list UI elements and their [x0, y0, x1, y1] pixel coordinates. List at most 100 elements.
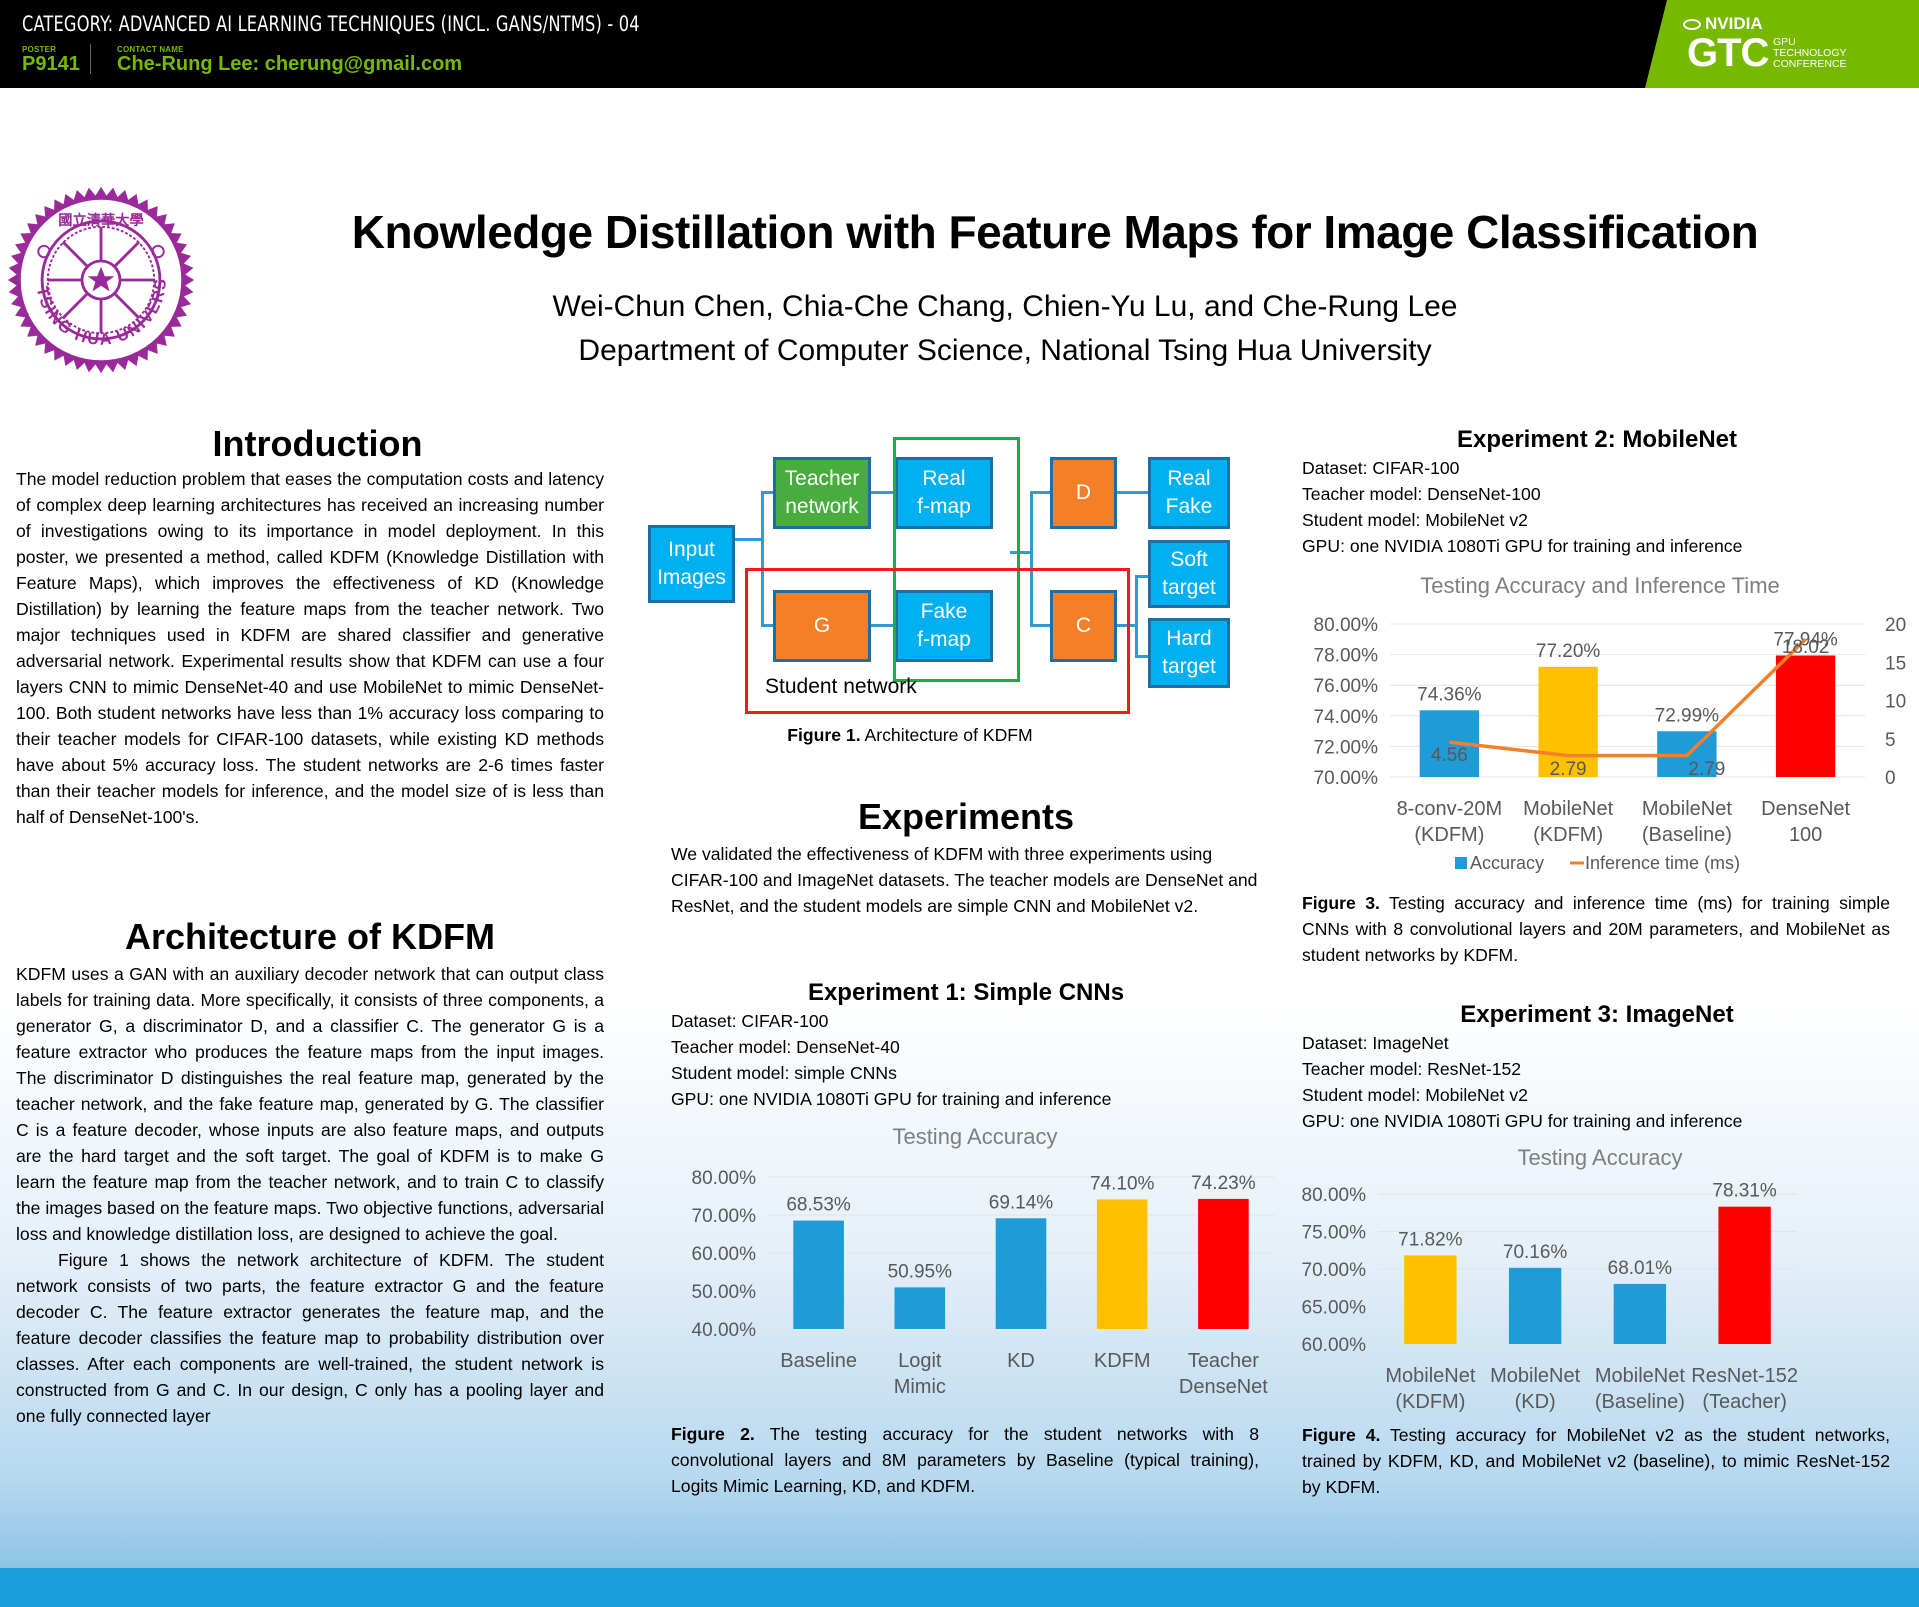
- bar: [1508, 1267, 1562, 1344]
- x-tick-label: DenseNet: [1179, 1376, 1268, 1398]
- affiliation: Department of Computer Science, National…: [578, 334, 1432, 367]
- line-value-label: 2.79: [1550, 759, 1587, 780]
- chart-title: Testing Accuracy and Inference Time: [1420, 573, 1780, 598]
- student-network-label: Student network: [765, 675, 917, 698]
- legend-label: Inference time (ms): [1585, 853, 1740, 873]
- svg-text:國立清華大學: 國立清華大學: [58, 211, 144, 229]
- exp1-details: Dataset: CIFAR-100 Teacher model: DenseNe…: [671, 1011, 1112, 1109]
- university-seal-logo: TSING HUA UNIVERSITY 國立清華大學: [6, 185, 195, 374]
- poster-title: Knowledge Distillation with Feature Maps…: [351, 206, 1759, 258]
- x-tick-label: MobileNet: [1595, 1365, 1685, 1387]
- x-tick-label: (KDFM): [1414, 824, 1484, 846]
- y-tick-label: 60.00%: [1302, 1335, 1367, 1356]
- exp1-section: Experiment 1: Simple CNNs Dataset: CIFAR…: [671, 978, 1261, 1112]
- x-tick-label: Teacher: [1188, 1350, 1259, 1372]
- bar: [1096, 1199, 1148, 1329]
- y-tick-label: 76.00%: [1314, 676, 1379, 697]
- x-tick-label: KDFM: [1094, 1350, 1151, 1372]
- architecture-section: Architecture of KDFM KDFM uses a GAN wit…: [16, 915, 604, 1429]
- y-tick-label: 70.00%: [692, 1206, 757, 1227]
- figure-3-caption: Figure 3. Testing accuracy and inference…: [1302, 893, 1890, 965]
- x-tick-label: 100: [1789, 824, 1822, 846]
- nvidia-eye-icon: [1683, 18, 1701, 30]
- bar-value-label: 70.16%: [1503, 1242, 1568, 1263]
- bar-value-label: 68.53%: [786, 1195, 851, 1216]
- bar: [894, 1287, 946, 1329]
- x-tick-label: (KDFM): [1395, 1391, 1465, 1413]
- introduction-text: The model reduction problem that eases t…: [16, 469, 604, 827]
- y-tick-label: 72.00%: [1314, 737, 1379, 758]
- header-bar: CATEGORY: ADVANCED AI LEARNING TECHNIQUE…: [0, 0, 1919, 88]
- node-discriminator-d: D: [1050, 457, 1117, 529]
- bar-value-label: 71.82%: [1398, 1229, 1463, 1250]
- x-tick-label: MobileNet: [1490, 1365, 1580, 1387]
- y-tick-label: 80.00%: [692, 1168, 757, 1189]
- exp2-section: Experiment 2: MobileNet Dataset: CIFAR-1…: [1302, 425, 1892, 559]
- y-tick-label: 78.00%: [1314, 646, 1379, 667]
- x-tick-label: 8-conv-20M: [1397, 798, 1503, 820]
- y2-tick-label: 10: [1885, 692, 1906, 713]
- bar: [1404, 1255, 1457, 1344]
- x-tick-label: KD: [1007, 1350, 1035, 1372]
- x-tick-label: Mimic: [894, 1376, 946, 1398]
- x-tick-label: ResNet-152: [1691, 1365, 1798, 1387]
- x-tick-label: MobileNet: [1523, 798, 1613, 820]
- experiments-section: Experiments We validated the effectivene…: [671, 795, 1261, 919]
- bar: [1775, 655, 1836, 777]
- exp2-heading: Experiment 2: MobileNet: [1456, 426, 1738, 453]
- x-tick-label: (Teacher): [1702, 1391, 1786, 1413]
- bar: [1613, 1283, 1667, 1344]
- bar-value-label: 74.10%: [1090, 1173, 1155, 1194]
- category-label: CATEGORY: ADVANCED AI LEARNING TECHNIQUE…: [22, 12, 640, 36]
- authors: Wei-Chun Chen, Chia-Che Chang, Chien-Yu …: [552, 290, 1458, 323]
- y-tick-label: 70.00%: [1302, 1260, 1367, 1281]
- footer-band: [0, 1568, 1919, 1607]
- bar-value-label: 77.20%: [1536, 641, 1601, 662]
- y2-tick-label: 5: [1885, 730, 1896, 751]
- bar: [1718, 1206, 1771, 1344]
- y-tick-label: 65.00%: [1302, 1298, 1367, 1319]
- figure-4-chart: Testing Accuracy 60.00% 65.00% 70.00% 75.00%…: [1302, 1145, 1798, 1413]
- exp3-details: Dataset: ImageNet Teacher model: ResNet-1…: [1302, 1033, 1743, 1131]
- experiments-heading: Experiments: [857, 796, 1075, 837]
- architecture-heading: Architecture of KDFM: [124, 916, 496, 957]
- introduction-heading: Introduction: [212, 423, 423, 464]
- introduction-section: Introduction The model reduction problem…: [16, 422, 604, 830]
- y-tick-label: 80.00%: [1314, 615, 1379, 636]
- y-tick-label: 40.00%: [692, 1320, 757, 1341]
- exp3-section: Experiment 3: ImageNet Dataset: ImageNet…: [1302, 1000, 1892, 1134]
- bar: [995, 1218, 1047, 1329]
- legend-label: Accuracy: [1470, 853, 1544, 873]
- x-tick-label: (Baseline): [1642, 824, 1732, 846]
- x-tick-label: MobileNet: [1385, 1365, 1475, 1387]
- exp1-heading: Experiment 1: Simple CNNs: [807, 979, 1125, 1006]
- line-value-label: 18.02: [1782, 637, 1830, 658]
- y-tick-label: 60.00%: [692, 1244, 757, 1265]
- chart-title: Testing Accuracy: [1517, 1145, 1682, 1170]
- node-teacher-network: Teacher network: [773, 457, 871, 529]
- chart-title: Testing Accuracy: [892, 1124, 1057, 1149]
- node-hard-target: Hard target: [1148, 618, 1230, 688]
- x-tick-label: MobileNet: [1642, 798, 1732, 820]
- contact-name: Che-Rung Lee: cherung@gmail.com: [117, 53, 463, 75]
- bar-value-label: 78.31%: [1712, 1181, 1777, 1202]
- node-soft-target: Soft target: [1148, 540, 1230, 608]
- experiments-text: We validated the effectiveness of KDFM w…: [671, 844, 1258, 916]
- legend-accuracy-marker: [1455, 857, 1467, 869]
- node-real-fake: Real Fake: [1148, 457, 1230, 529]
- y2-tick-label: 0: [1885, 768, 1896, 789]
- exp2-details: Dataset: CIFAR-100 Teacher model: DenseNe…: [1302, 458, 1743, 556]
- bar-value-label: 50.95%: [888, 1261, 953, 1282]
- gtc-subtitle: GPU TECHNOLOGY CONFERENCE: [1773, 36, 1847, 70]
- bar: [1198, 1198, 1249, 1329]
- bar-value-label: 74.23%: [1191, 1173, 1256, 1194]
- header-divider: [90, 44, 91, 74]
- bar-value-label: 74.36%: [1417, 684, 1482, 705]
- poster-id: P9141: [22, 53, 80, 75]
- bar: [793, 1220, 844, 1329]
- y-tick-label: 74.00%: [1314, 707, 1379, 728]
- x-tick-label: Logit: [898, 1350, 942, 1372]
- inference-time-line: [1449, 637, 1807, 758]
- x-tick-label: DenseNet: [1761, 798, 1850, 820]
- architecture-text-2: Figure 1 shows the network architecture …: [16, 1250, 604, 1426]
